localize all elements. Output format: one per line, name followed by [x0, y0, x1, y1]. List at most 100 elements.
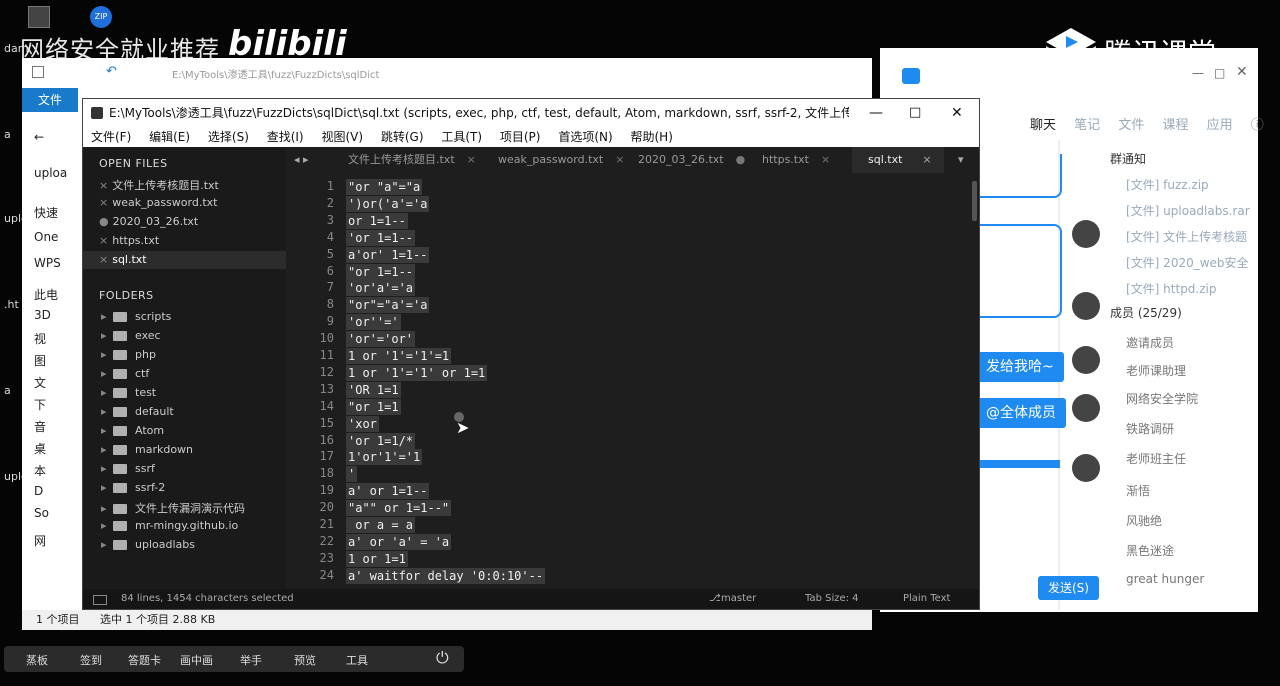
member-item[interactable]: 老师课助理 [1126, 362, 1186, 379]
tab-apps[interactable]: 应用 [1207, 118, 1233, 133]
nav-item[interactable]: One [34, 230, 58, 244]
code-line[interactable]: 'or'='or' [346, 331, 416, 348]
tab-notes[interactable]: 笔记 [1074, 118, 1100, 133]
file-tab[interactable]: 文件上传考核题目.txt × [344, 147, 478, 173]
desktop-label[interactable]: .ht [4, 298, 19, 311]
code-line[interactable]: ' [346, 466, 358, 483]
code-line[interactable]: a' waitfor delay '0:0:10'-- [346, 567, 546, 584]
back-arrow-icon[interactable]: ← [34, 130, 44, 144]
code-line[interactable]: 'or''=' [346, 314, 401, 331]
desktop-zip-icon[interactable]: ZIP [90, 6, 112, 28]
syntax-mode[interactable]: Plain Text [903, 589, 950, 609]
desktop-label[interactable]: dam [4, 42, 28, 55]
scrollbar-thumb[interactable] [972, 181, 977, 221]
member-item[interactable]: great hunger [1126, 572, 1204, 586]
info-icon[interactable]: ⓘ [1251, 118, 1264, 133]
dirty-dot-icon[interactable]: ● [736, 153, 746, 166]
code-line[interactable]: a'or' 1=1-- [346, 246, 430, 263]
close-icon[interactable]: × [615, 153, 624, 166]
menu-find[interactable]: 查找(I) [267, 130, 304, 144]
nav-item[interactable]: So [34, 506, 49, 520]
code-line[interactable]: "or "a"="a [346, 179, 423, 195]
power-icon[interactable]: ⏻ [436, 648, 449, 668]
close-icon[interactable]: × [99, 234, 108, 247]
menu-edit[interactable]: 编辑(E) [149, 130, 190, 144]
file-tab[interactable]: weak_password.txt × [498, 147, 624, 173]
code-line[interactable]: 'xor [346, 415, 379, 432]
close-icon[interactable]: ✕ [951, 99, 963, 127]
code-line[interactable]: or a = a [346, 517, 416, 533]
tab-scroll-left-icon[interactable]: ◂ ▸ [294, 153, 309, 166]
undo-icon[interactable]: ↶ [106, 64, 117, 79]
git-branch[interactable]: master [721, 589, 756, 609]
folder-item[interactable]: ▸ markdown [101, 443, 193, 456]
code-line[interactable]: 'or 1=1/* [346, 432, 416, 449]
close-icon[interactable]: × [99, 179, 108, 192]
folder-item[interactable]: ▸ ssrf [101, 462, 155, 475]
nav-item[interactable]: WPS [34, 256, 61, 270]
member-item[interactable]: 铁路调研 [1126, 420, 1174, 437]
nav-item[interactable]: 此电 [34, 286, 58, 303]
nav-item[interactable]: D [34, 484, 43, 498]
nav-item[interactable]: 桌 [34, 440, 46, 457]
close-icon[interactable]: × [821, 153, 830, 166]
toolbar-button[interactable]: 签到 [80, 652, 102, 668]
tab-course[interactable]: 课程 [1162, 118, 1188, 133]
member-item[interactable]: 老师班主任 [1126, 450, 1186, 467]
tab-size[interactable]: Tab Size: 4 [805, 589, 859, 609]
folder-item[interactable]: ▸ exec [101, 329, 161, 342]
member-item[interactable]: 风驰绝 [1126, 512, 1162, 529]
ribbon-file-tab[interactable]: 文件 [22, 88, 78, 112]
open-file-item[interactable]: × https.txt [99, 234, 159, 247]
maximize-icon[interactable]: □ [1214, 66, 1225, 80]
code-line[interactable]: 1 or '1'='1' or 1=1 [346, 364, 488, 381]
file-tab[interactable]: 2020_03_26.txt ● [638, 147, 748, 173]
member-item[interactable]: 邀请成员 [1126, 334, 1174, 351]
notice-item[interactable]: [文件] 2020_web安全 [1126, 254, 1249, 271]
toolbar-button[interactable]: 举手 [240, 652, 262, 668]
dirty-dot-icon[interactable]: ● [99, 215, 109, 228]
desktop-label[interactable]: a [4, 128, 11, 141]
nav-item[interactable]: 音 [34, 418, 46, 435]
notice-item[interactable]: [文件] httpd.zip [1126, 280, 1217, 297]
menu-help[interactable]: 帮助(H) [630, 130, 672, 144]
file-tab[interactable]: https.txt × [762, 147, 842, 173]
nav-item[interactable]: 网 [34, 532, 46, 549]
code-line[interactable]: a' or 1=1-- [346, 483, 430, 500]
menu-tools[interactable]: 工具(T) [441, 130, 482, 144]
menu-preferences[interactable]: 首选项(N) [558, 130, 612, 144]
code-line[interactable]: 'or 1=1-- [346, 229, 416, 246]
close-icon[interactable]: × [467, 153, 476, 166]
code-editor[interactable]: 1 "or "a"="a 2 ')or('a'='a 3 or 1=1-- 4 'or 1=1… [286, 173, 979, 589]
nav-item[interactable]: 快速 [34, 204, 58, 221]
close-icon[interactable]: × [99, 253, 108, 266]
nav-item[interactable]: 3D [34, 308, 51, 322]
folder-item[interactable]: ▸ scripts [101, 310, 171, 323]
menu-project[interactable]: 项目(P) [500, 130, 541, 144]
quick-access-icon[interactable] [32, 66, 44, 78]
code-line[interactable]: a' or 'a' = 'a [346, 533, 452, 550]
notice-item[interactable]: [文件] 文件上传考核题 [1126, 228, 1247, 245]
open-file-item-active[interactable]: × sql.txt [99, 253, 147, 266]
code-line[interactable]: 'OR 1=1 [346, 381, 401, 398]
folder-item[interactable]: ▸ php [101, 348, 156, 361]
nav-item[interactable]: uploa [34, 166, 67, 180]
desktop-label[interactable]: a [4, 384, 11, 397]
minimize-icon[interactable]: — [1192, 66, 1204, 80]
maximize-icon[interactable]: □ [909, 99, 921, 127]
folder-item[interactable]: ▸ Atom [101, 424, 164, 437]
code-line[interactable]: 1 or 1=1 [346, 550, 408, 567]
folder-item[interactable]: ▸ default [101, 405, 174, 418]
code-line[interactable]: "or 1=1 [346, 398, 401, 415]
toolbar-button[interactable]: 预览 [294, 652, 316, 668]
notice-item[interactable]: [文件] uploadlabs.rar [1126, 202, 1250, 219]
code-line[interactable]: 1 or '1'='1'=1 [346, 348, 452, 364]
code-line[interactable]: "a"" or 1=1--" [346, 500, 452, 517]
folder-item[interactable]: ▸ 文件上传漏洞演示代码 [101, 500, 245, 516]
message-card[interactable] [976, 154, 1062, 198]
code-line[interactable]: "or"="a'='a [346, 297, 430, 314]
code-line[interactable]: ')or('a'='a [346, 195, 430, 212]
nav-item[interactable]: 视 [34, 330, 46, 347]
minimize-icon[interactable]: — [869, 99, 883, 127]
code-line[interactable]: "or 1=1-- [346, 263, 416, 280]
